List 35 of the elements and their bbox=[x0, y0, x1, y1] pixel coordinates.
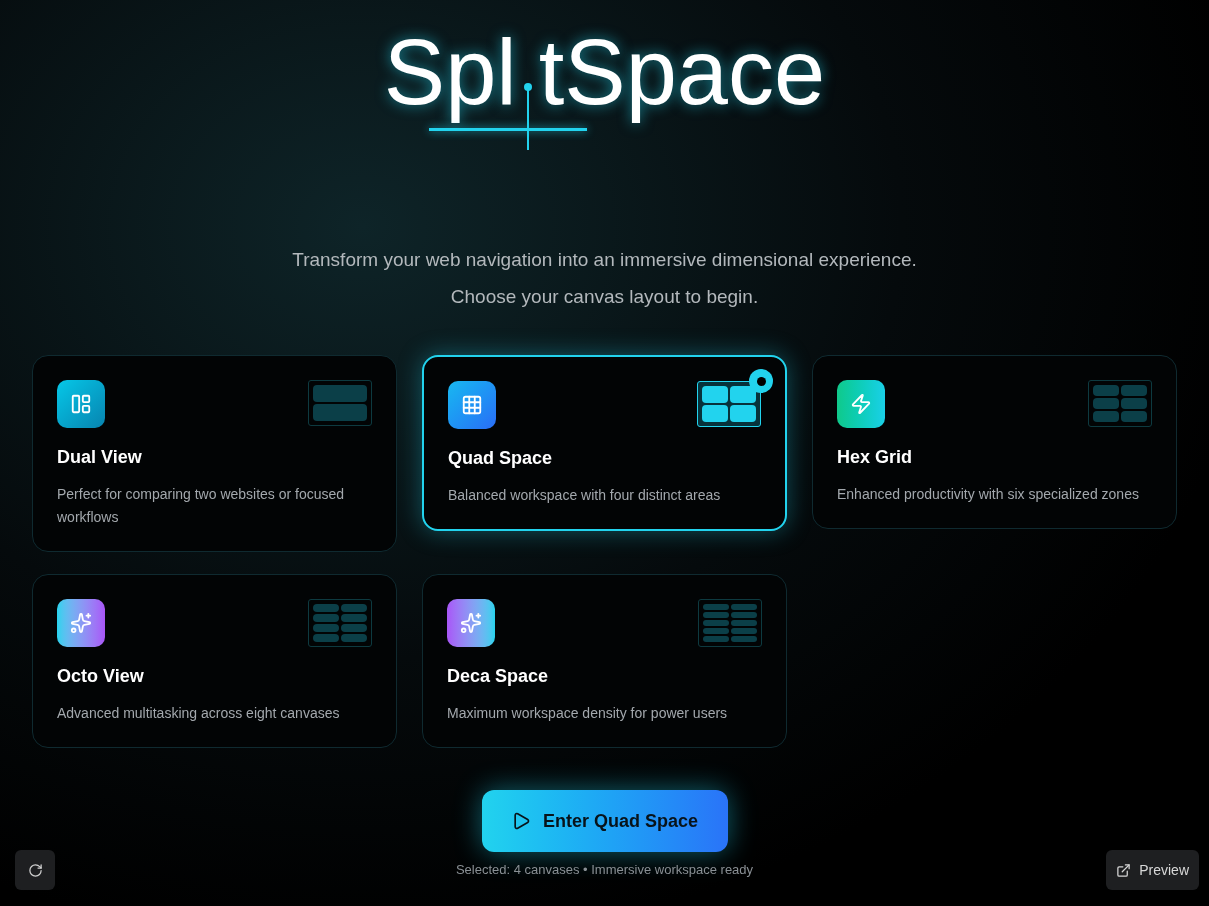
layout-preview-drawing bbox=[308, 380, 372, 426]
logo-text: Spl bbox=[383, 22, 517, 124]
layout-card[interactable]: Deca Space Maximum workspace density for power users bbox=[422, 574, 787, 748]
layout-card[interactable]: Quad Space Balanced workspace with four distinct areas bbox=[422, 355, 787, 531]
layout-preview-drawing bbox=[697, 381, 761, 427]
layout-icon bbox=[70, 393, 92, 415]
card-description: Maximum workspace density for power users bbox=[447, 704, 729, 723]
sparkles-icon bbox=[70, 612, 92, 634]
card-title: Deca Space bbox=[447, 665, 550, 688]
layout-preview-drawing bbox=[308, 599, 372, 647]
layout-card[interactable]: Dual View Perfect for comparing two websites or focused workflows bbox=[32, 355, 397, 552]
card-description: Enhanced productivity with six specialized zones bbox=[837, 485, 1140, 504]
card-title: Hex Grid bbox=[837, 446, 914, 469]
tagline: Transform your web navigation into an immersive dimensional experience. bbox=[292, 248, 917, 272]
card-description: Balanced workspace with four distinct areas bbox=[448, 486, 722, 505]
layout-card[interactable]: Octo View Advanced multitasking across eight canvases bbox=[32, 574, 397, 748]
status-text: Selected: 4 canvases • Immersive workspace ready bbox=[455, 862, 754, 878]
card-description: Perfect for comparing two websites or focused workflows bbox=[57, 485, 346, 527]
tagline: Choose your canvas layout to begin. bbox=[450, 284, 759, 309]
enter-button[interactable]: Enter Quad Space bbox=[481, 790, 728, 852]
grid-icon bbox=[461, 394, 483, 416]
preview-button[interactable]: Preview bbox=[1106, 850, 1199, 890]
logo-text: tSpace bbox=[538, 22, 826, 124]
card-title: Dual View bbox=[57, 446, 143, 469]
sparkles-icon bbox=[460, 612, 482, 634]
lightning-icon bbox=[850, 393, 872, 415]
external-link-icon bbox=[1116, 862, 1132, 878]
card-description: Advanced multitasking across eight canvases bbox=[57, 704, 341, 723]
layout-card[interactable]: Hex Grid Enhanced productivity with six specialized zones bbox=[812, 355, 1177, 529]
refresh-icon bbox=[27, 862, 43, 878]
card-title: Octo View bbox=[57, 665, 145, 688]
layout-preview-drawing bbox=[1088, 380, 1152, 427]
refresh-button[interactable] bbox=[15, 850, 55, 890]
card-title: Quad Space bbox=[448, 447, 554, 470]
layout-preview-drawing bbox=[698, 599, 762, 647]
